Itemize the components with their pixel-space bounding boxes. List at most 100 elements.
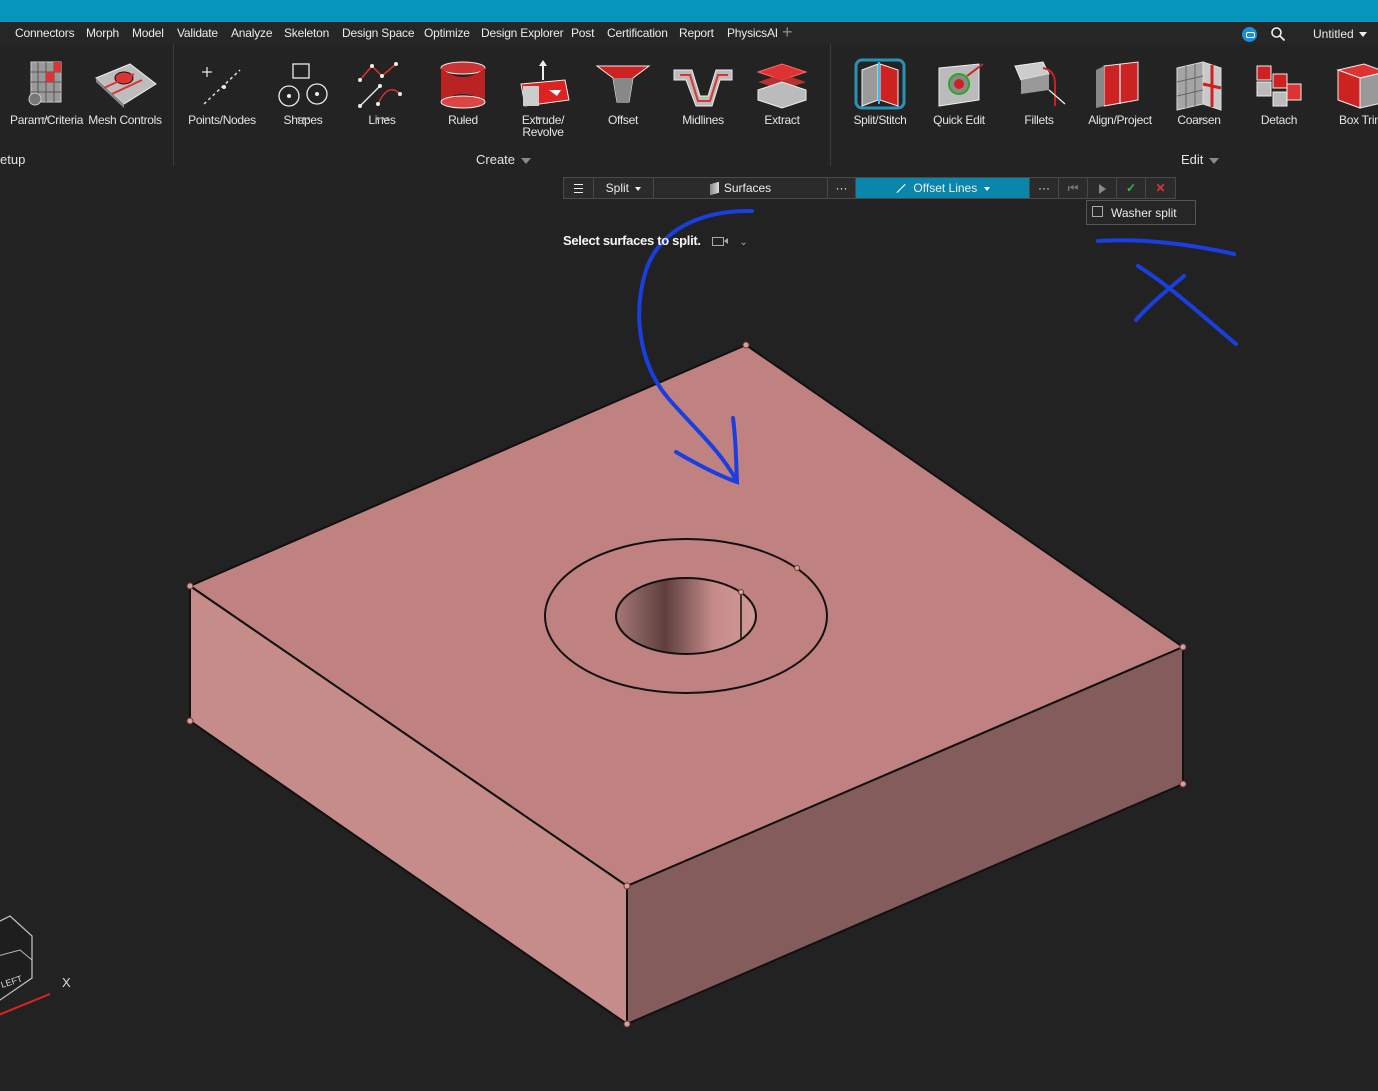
mesh-controls-icon	[95, 63, 157, 108]
ribbon-separator	[830, 44, 831, 166]
surfaces-options-button[interactable]: ···	[828, 178, 856, 198]
tool-extrude-revolve[interactable]: Extrude/ Revolve	[505, 60, 581, 138]
menu-post[interactable]: Post	[571, 26, 594, 40]
surfaces-label: Surfaces	[723, 181, 772, 195]
menu-connectors[interactable]: Connectors	[15, 26, 75, 40]
washer-split-checkbox[interactable]	[1092, 206, 1103, 217]
menu-model[interactable]: Model	[132, 26, 164, 40]
tool-label: Mesh Controls	[88, 113, 162, 127]
guide-bar-menu-button[interactable]	[564, 178, 594, 198]
group-label-edit[interactable]: Edit	[1181, 152, 1220, 167]
chevron-down-icon	[521, 157, 532, 164]
tool-midlines[interactable]: Midlines	[666, 60, 740, 126]
options-panel: Washer split	[1086, 200, 1196, 225]
annotation-underline	[1096, 238, 1236, 256]
more-dots-icon: ••	[41, 113, 51, 125]
tool-label: Detach	[1260, 113, 1298, 127]
surface-icon	[709, 182, 719, 196]
menu-validate[interactable]: Validate	[177, 26, 218, 40]
graphics-viewport[interactable]: LEFT	[0, 170, 1378, 1091]
cancel-x-icon[interactable]: ✕	[1146, 178, 1175, 198]
tool-align-project[interactable]: Align/Project	[1084, 60, 1156, 126]
menu-design-space[interactable]: Design Space	[342, 26, 415, 40]
tool-offset[interactable]: Offset	[588, 60, 658, 126]
tool-label: Split/Stitch	[853, 113, 907, 127]
hole-surface[interactable]	[615, 577, 757, 655]
document-selector[interactable]: Untitled	[1313, 27, 1368, 41]
split-stitch-icon	[854, 58, 906, 110]
tool-fillets[interactable]: Fillets	[1006, 60, 1072, 126]
offset-icon	[595, 65, 651, 103]
lines-icon	[358, 62, 402, 108]
tool-label: Quick Edit	[933, 113, 985, 127]
more-dots-icon: •••	[297, 113, 312, 125]
ribbon-separator	[173, 44, 174, 166]
title-bar	[0, 0, 1378, 22]
tool-label-second-line: Revolve	[522, 125, 564, 139]
tool-label: Midlines	[682, 113, 724, 127]
menu-analyze[interactable]: Analyze	[231, 26, 272, 40]
tool-points-nodes[interactable]: Points/Nodes	[186, 60, 258, 126]
menu-skeleton[interactable]: Skeleton	[284, 26, 329, 40]
offset-lines-selector[interactable]: Offset Lines	[856, 178, 1030, 198]
split-mode-label: Split	[605, 181, 629, 195]
search-icon[interactable]	[1270, 26, 1286, 42]
extract-icon	[756, 63, 808, 109]
box-trim-icon	[1336, 63, 1378, 109]
midlines-icon	[673, 69, 733, 107]
offset-lines-options-button[interactable]: ···	[1030, 178, 1059, 198]
tool-label: Align/Project	[1088, 113, 1152, 127]
tool-extract[interactable]: Extract	[748, 60, 816, 126]
chevron-down-icon	[635, 186, 642, 191]
extrude-revolve-icon	[520, 60, 570, 107]
more-dots-icon: ••	[537, 113, 547, 125]
coarsen-icon	[1176, 61, 1222, 111]
group-label-setup: etup	[0, 152, 26, 167]
menu-optimize[interactable]: Optimize	[424, 26, 470, 40]
camera-icon[interactable]	[712, 237, 729, 247]
selection-prompt: Select surfaces to split. ⌄	[563, 233, 748, 248]
annotation-x-mark	[1134, 264, 1238, 346]
chevron-down-icon	[983, 186, 990, 191]
line-icon	[896, 184, 907, 194]
detach-icon	[1256, 65, 1302, 107]
tool-label: Points/Nodes	[188, 113, 256, 127]
tool-split-stitch[interactable]: Split/Stitch	[846, 56, 914, 126]
view-cube[interactable]: LEFT	[0, 915, 51, 1016]
ruled-icon	[440, 61, 486, 109]
shapes-icon	[278, 63, 328, 107]
menu-bar: Connectors Morph Model Validate Analyze …	[0, 22, 1378, 44]
tool-label: Fillets	[1024, 113, 1054, 127]
tool-label: Box Trim	[1339, 113, 1378, 127]
washer-split-label[interactable]: Washer split	[1111, 206, 1177, 220]
axis-x-label: X	[62, 975, 71, 990]
expand-icon[interactable]: ⌄	[739, 237, 747, 248]
group-label-create[interactable]: Create	[476, 152, 532, 167]
chevron-down-icon	[1209, 157, 1220, 164]
align-project-icon	[1096, 61, 1139, 108]
document-name: Untitled	[1313, 27, 1354, 41]
points-nodes-icon	[202, 67, 241, 105]
play-icon[interactable]	[1088, 178, 1117, 198]
offset-lines-label: Offset Lines	[913, 181, 978, 195]
menu-morph[interactable]: Morph	[86, 26, 119, 40]
surfaces-selector[interactable]: Surfaces	[654, 178, 828, 198]
guide-bar: Split Surfaces ··· Offset Lines ··· ⏮ ✓ …	[563, 177, 1176, 199]
chevron-down-icon: ⌄	[1196, 112, 1207, 124]
tool-mesh-controls[interactable]: Mesh Controls	[86, 60, 164, 126]
menu-physicsai[interactable]: PhysicsAI	[727, 26, 778, 40]
solid-part[interactable]	[186, 341, 1187, 1028]
menu-report[interactable]: Report	[679, 26, 714, 40]
menu-design-explorer[interactable]: Design Explorer	[481, 26, 564, 40]
chevron-down-icon: ⌄	[458, 112, 469, 124]
chat-icon[interactable]	[1242, 27, 1257, 42]
tool-detach[interactable]: Detach	[1246, 60, 1312, 126]
add-tab-button[interactable]: +	[782, 22, 793, 43]
chevron-down-icon	[1359, 32, 1368, 38]
skip-back-icon[interactable]: ⏮	[1059, 178, 1088, 198]
tool-quick-edit[interactable]: Quick Edit	[926, 60, 992, 126]
menu-certification[interactable]: Certification	[607, 26, 668, 40]
split-mode-dropdown[interactable]: Split	[594, 178, 654, 198]
apply-check-icon[interactable]: ✓	[1117, 178, 1146, 198]
tool-box-trim[interactable]: Box Trim	[1326, 60, 1378, 126]
